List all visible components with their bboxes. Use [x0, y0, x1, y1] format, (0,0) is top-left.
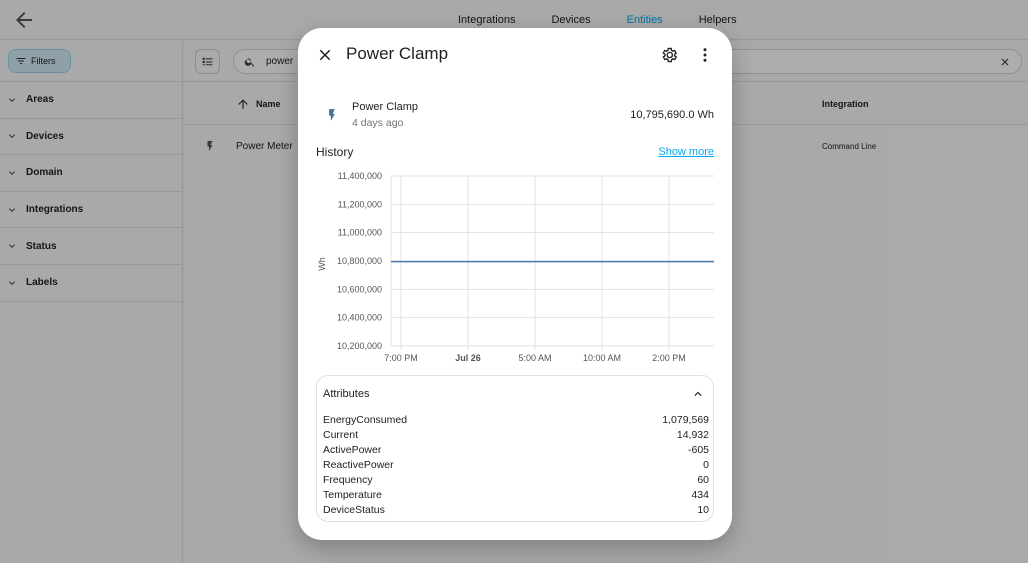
attribute-name: EnergyConsumed — [323, 414, 408, 426]
y-tick-label: 11,200,000 — [338, 199, 382, 209]
chevron-up-icon[interactable] — [691, 387, 705, 401]
y-tick-label: 11,400,000 — [338, 171, 382, 181]
attribute-row: Current 14,932 — [323, 428, 709, 443]
attribute-name: Current — [323, 429, 359, 441]
x-tick-label: Jul 26 — [455, 353, 481, 363]
attribute-name: Temperature — [323, 489, 382, 501]
y-tick-label: 10,200,000 — [337, 341, 382, 351]
x-tick-label: 10:00 AM — [583, 353, 621, 363]
attribute-value: 10 — [697, 504, 709, 516]
entity-name: Power Clamp — [352, 101, 419, 113]
attributes-list: EnergyConsumed 1,079,569 Current 14,932 Acti… — [323, 413, 709, 518]
attribute-name: ReactivePower — [323, 459, 394, 471]
more-info-dialog: Power Clamp Power Clamp 4 days ago 10,79… — [298, 28, 732, 540]
attribute-value: -605 — [687, 444, 709, 456]
y-tick-label: 10,400,000 — [337, 313, 382, 323]
attributes-card: Attributes EnergyConsumed 1,079,569 Curren… — [316, 375, 714, 522]
more-vert-icon[interactable] — [696, 46, 714, 64]
attribute-name: Frequency — [323, 474, 373, 486]
history-chart[interactable]: 11,400,000 11,200,000 11,000,000 10,800,000… — [316, 168, 716, 370]
x-tick-label: 7:00 PM — [384, 353, 418, 363]
y-tick-label: 10,800,000 — [337, 256, 382, 266]
attribute-row: ActivePower -605 — [323, 443, 709, 458]
entity-last-changed: 4 days ago — [352, 117, 404, 129]
history-label: History — [316, 145, 354, 159]
lightning-icon — [329, 109, 335, 121]
attribute-row: EnergyConsumed 1,079,569 — [323, 413, 709, 428]
y-tick-label: 10,600,000 — [337, 284, 382, 294]
attribute-value: 0 — [703, 459, 709, 471]
attribute-name: DeviceStatus — [323, 504, 385, 516]
attribute-value: 1,079,569 — [662, 414, 709, 426]
gear-icon[interactable] — [660, 46, 678, 64]
attribute-value: 14,932 — [676, 429, 709, 441]
attribute-row: Frequency 60 — [323, 473, 709, 488]
y-axis-label: Wh — [317, 257, 327, 271]
entity-state: 10,795,690.0 Wh — [630, 109, 714, 121]
attribute-value: 434 — [691, 489, 709, 501]
attribute-row: ReactivePower 0 — [323, 458, 709, 473]
attribute-row: Temperature 434 — [323, 488, 709, 503]
close-icon[interactable] — [316, 46, 334, 64]
x-tick-label: 5:00 AM — [518, 353, 551, 363]
attribute-row: DeviceStatus 10 — [323, 503, 709, 518]
attribute-value: 60 — [697, 474, 709, 486]
x-tick-label: 2:00 PM — [652, 353, 686, 363]
dialog-title: Power Clamp — [346, 44, 449, 63]
attributes-header[interactable]: Attributes — [323, 388, 369, 400]
y-tick-label: 11,000,000 — [338, 228, 382, 238]
attribute-name: ActivePower — [323, 444, 382, 456]
show-more-link[interactable]: Show more — [658, 146, 714, 158]
